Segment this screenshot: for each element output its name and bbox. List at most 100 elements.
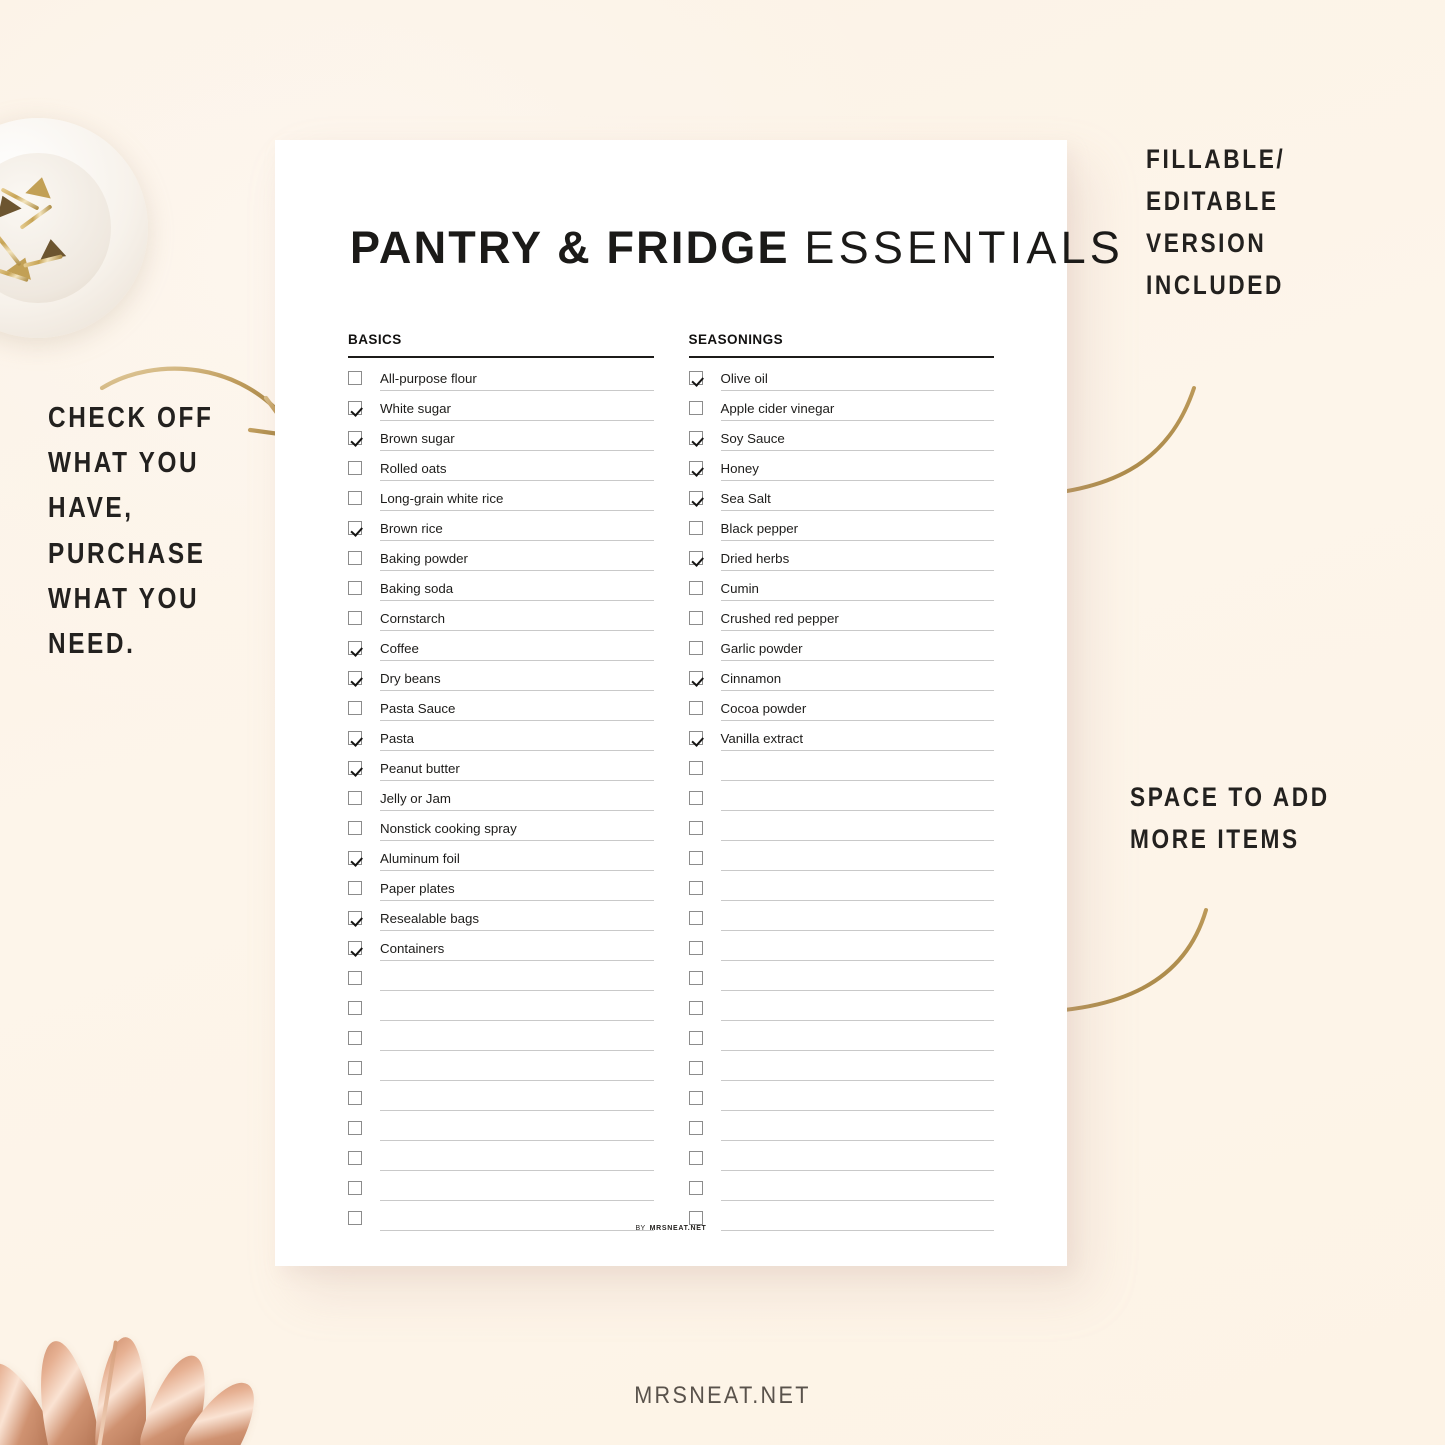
- checklist-entry-field[interactable]: [720, 969, 994, 992]
- checkbox-checked[interactable]: [348, 671, 362, 686]
- checkbox-unchecked[interactable]: [688, 611, 703, 626]
- checklist-entry-field[interactable]: Cumin: [720, 579, 994, 602]
- checklist-entry-field[interactable]: Crushed red pepper: [720, 609, 994, 632]
- checklist-entry-field[interactable]: Black pepper: [720, 519, 994, 542]
- checkbox-unchecked[interactable]: [348, 371, 362, 386]
- checkbox-unchecked[interactable]: [688, 971, 703, 986]
- checklist-entry-field[interactable]: Apple cider vinegar: [720, 399, 994, 422]
- checklist-entry-field[interactable]: Coffee: [380, 639, 654, 662]
- checkbox-checked[interactable]: [688, 461, 703, 476]
- checkbox-unchecked[interactable]: [688, 1121, 703, 1136]
- checklist-entry-field[interactable]: [720, 789, 994, 812]
- checklist-entry-field[interactable]: [380, 1179, 654, 1202]
- checkbox-unchecked[interactable]: [688, 401, 703, 416]
- checklist-entry-field[interactable]: [380, 1029, 654, 1052]
- checkbox-checked[interactable]: [688, 551, 703, 566]
- checklist-entry-field[interactable]: Cocoa powder: [720, 699, 994, 722]
- checklist-entry-field[interactable]: Long-grain white rice: [380, 489, 654, 512]
- checkbox-checked[interactable]: [348, 521, 362, 536]
- checkbox-unchecked[interactable]: [348, 551, 362, 566]
- checklist-entry-field[interactable]: Garlic powder: [720, 639, 994, 662]
- checklist-entry-field[interactable]: Peanut butter: [380, 759, 654, 782]
- checkbox-unchecked[interactable]: [688, 911, 703, 926]
- checklist-entry-field[interactable]: [380, 969, 654, 992]
- checklist-entry-field[interactable]: Honey: [720, 459, 994, 482]
- checkbox-checked[interactable]: [348, 911, 362, 926]
- checklist-entry-field[interactable]: [720, 909, 994, 932]
- checkbox-unchecked[interactable]: [348, 581, 362, 596]
- checklist-entry-field[interactable]: White sugar: [380, 399, 654, 422]
- checkbox-unchecked[interactable]: [688, 1061, 703, 1076]
- checkbox-checked[interactable]: [348, 641, 362, 656]
- checklist-entry-field[interactable]: Nonstick cooking spray: [380, 819, 654, 842]
- checkbox-unchecked[interactable]: [348, 1151, 362, 1166]
- checklist-entry-field[interactable]: [380, 999, 654, 1022]
- checkbox-unchecked[interactable]: [688, 851, 703, 866]
- checkbox-unchecked[interactable]: [348, 1091, 362, 1106]
- checkbox-checked[interactable]: [348, 431, 362, 446]
- checkbox-unchecked[interactable]: [688, 761, 703, 776]
- checklist-entry-field[interactable]: [720, 849, 994, 872]
- checkbox-unchecked[interactable]: [688, 1181, 703, 1196]
- checkbox-checked[interactable]: [688, 431, 703, 446]
- checkbox-unchecked[interactable]: [348, 461, 362, 476]
- checkbox-unchecked[interactable]: [348, 971, 362, 986]
- checkbox-unchecked[interactable]: [348, 1181, 362, 1196]
- checklist-entry-field[interactable]: Dry beans: [380, 669, 654, 692]
- checklist-entry-field[interactable]: Pasta Sauce: [380, 699, 654, 722]
- checkbox-unchecked[interactable]: [688, 881, 703, 896]
- checklist-entry-field[interactable]: [720, 1089, 994, 1112]
- checklist-entry-field[interactable]: All-purpose flour: [380, 369, 654, 392]
- checkbox-unchecked[interactable]: [688, 791, 703, 806]
- checklist-entry-field[interactable]: Cornstarch: [380, 609, 654, 632]
- checklist-entry-field[interactable]: Aluminum foil: [380, 849, 654, 872]
- checkbox-unchecked[interactable]: [348, 1031, 362, 1046]
- checklist-entry-field[interactable]: Vanilla extract: [720, 729, 994, 752]
- checkbox-unchecked[interactable]: [688, 1091, 703, 1106]
- checkbox-unchecked[interactable]: [688, 521, 703, 536]
- checkbox-unchecked[interactable]: [688, 641, 703, 656]
- checklist-entry-field[interactable]: [720, 1059, 994, 1082]
- checkbox-checked[interactable]: [688, 671, 703, 686]
- checkbox-unchecked[interactable]: [348, 1211, 362, 1226]
- checkbox-unchecked[interactable]: [348, 881, 362, 896]
- checklist-entry-field[interactable]: [380, 1089, 654, 1112]
- checklist-entry-field[interactable]: Paper plates: [380, 879, 654, 902]
- checkbox-checked[interactable]: [688, 371, 703, 386]
- checkbox-checked[interactable]: [348, 401, 362, 416]
- checklist-entry-field[interactable]: Soy Sauce: [720, 429, 994, 452]
- checkbox-unchecked[interactable]: [348, 701, 362, 716]
- checklist-entry-field[interactable]: Resealable bags: [380, 909, 654, 932]
- checkbox-unchecked[interactable]: [348, 491, 362, 506]
- checkbox-unchecked[interactable]: [348, 791, 362, 806]
- checklist-entry-field[interactable]: Sea Salt: [720, 489, 994, 512]
- checkbox-checked[interactable]: [348, 761, 362, 776]
- checklist-entry-field[interactable]: [720, 1149, 994, 1172]
- checklist-entry-field[interactable]: [720, 939, 994, 962]
- checklist-entry-field[interactable]: Rolled oats: [380, 459, 654, 482]
- checkbox-unchecked[interactable]: [348, 611, 362, 626]
- checklist-entry-field[interactable]: [720, 759, 994, 782]
- checkbox-unchecked[interactable]: [688, 1031, 703, 1046]
- checkbox-unchecked[interactable]: [688, 701, 703, 716]
- checklist-entry-field[interactable]: [720, 879, 994, 902]
- checkbox-unchecked[interactable]: [688, 1211, 703, 1226]
- checklist-entry-field[interactable]: Brown rice: [380, 519, 654, 542]
- checkbox-unchecked[interactable]: [688, 941, 703, 956]
- checklist-entry-field[interactable]: Containers: [380, 939, 654, 962]
- checklist-entry-field[interactable]: Baking soda: [380, 579, 654, 602]
- checklist-entry-field[interactable]: Brown sugar: [380, 429, 654, 452]
- checklist-entry-field[interactable]: [380, 1059, 654, 1082]
- checklist-entry-field[interactable]: [380, 1119, 654, 1142]
- checklist-entry-field[interactable]: [380, 1149, 654, 1172]
- checkbox-checked[interactable]: [348, 941, 362, 956]
- checkbox-checked[interactable]: [348, 731, 362, 746]
- checkbox-checked[interactable]: [348, 851, 362, 866]
- checkbox-unchecked[interactable]: [348, 1061, 362, 1076]
- checklist-entry-field[interactable]: Olive oil: [720, 369, 994, 392]
- checklist-entry-field[interactable]: Pasta: [380, 729, 654, 752]
- checklist-entry-field[interactable]: Baking powder: [380, 549, 654, 572]
- checklist-entry-field[interactable]: [720, 1179, 994, 1202]
- checkbox-unchecked[interactable]: [688, 1151, 703, 1166]
- checklist-entry-field[interactable]: Jelly or Jam: [380, 789, 654, 812]
